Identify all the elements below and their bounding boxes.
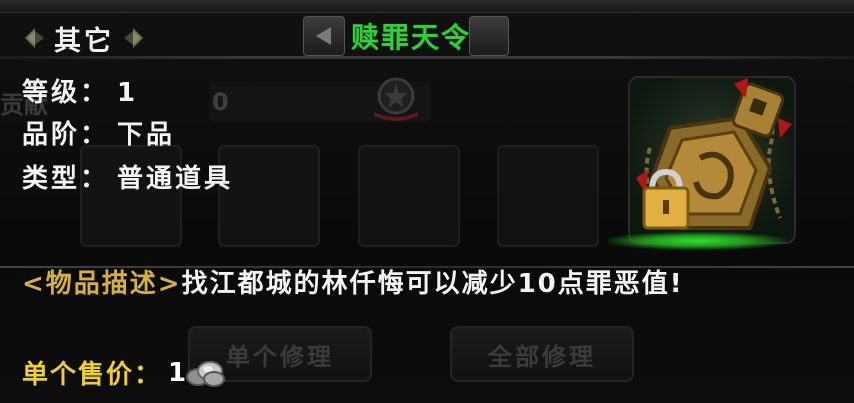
item-tooltip: 贡献 0 其它 赎罪天令 等级： 1 品阶： 下品 类型： 普通道具 <物品描述… [0,0,854,403]
header-divider [0,56,854,59]
equipment-slot [218,145,320,247]
attribute-type: 类型： 普通道具 [22,158,233,195]
attribute-label: 品阶： [22,120,110,150]
description-text: 找江都城的林仟悔可以减少10点罪恶值! [181,269,684,299]
item-title-banner: 赎罪天令 [303,16,510,56]
silver-coin-icon [186,360,226,387]
back-button[interactable] [303,16,345,56]
item-icon-frame [628,76,796,244]
repair-all-button[interactable]: 全部修理 [450,326,634,382]
attribute-value: 1 [117,78,139,108]
attribute-value: 下品 [117,120,176,150]
category-selector: 其它 [22,18,146,58]
attribute-level: 等级： 1 [22,72,138,109]
category-next-icon[interactable] [120,25,146,51]
item-name: 赎罪天令 [351,21,472,54]
category-prev-icon[interactable] [22,25,48,51]
attribute-grade: 品阶： 下品 [22,114,175,151]
description-tag: <物品描述> [22,269,182,299]
lock-seal-icon [636,78,792,230]
triangle-left-icon [316,27,331,45]
item-glow [608,232,786,250]
category-label: 其它 [54,25,114,57]
sell-price: 单个售价： 1 [22,354,226,391]
equipment-slot [358,145,460,247]
attribute-label: 类型： [22,164,110,194]
price-label: 单个售价： [22,360,163,390]
attribute-value: 普通道具 [117,164,234,194]
rank-emblem-icon [368,76,424,122]
title-end-cap [469,16,510,56]
attribute-label: 等级： [22,78,110,108]
equipment-slot [497,145,599,247]
contribution-value: 0 [212,88,229,116]
top-border [0,0,854,13]
item-description: <物品描述>找江都城的林仟悔可以减少10点罪恶值! [22,268,834,300]
